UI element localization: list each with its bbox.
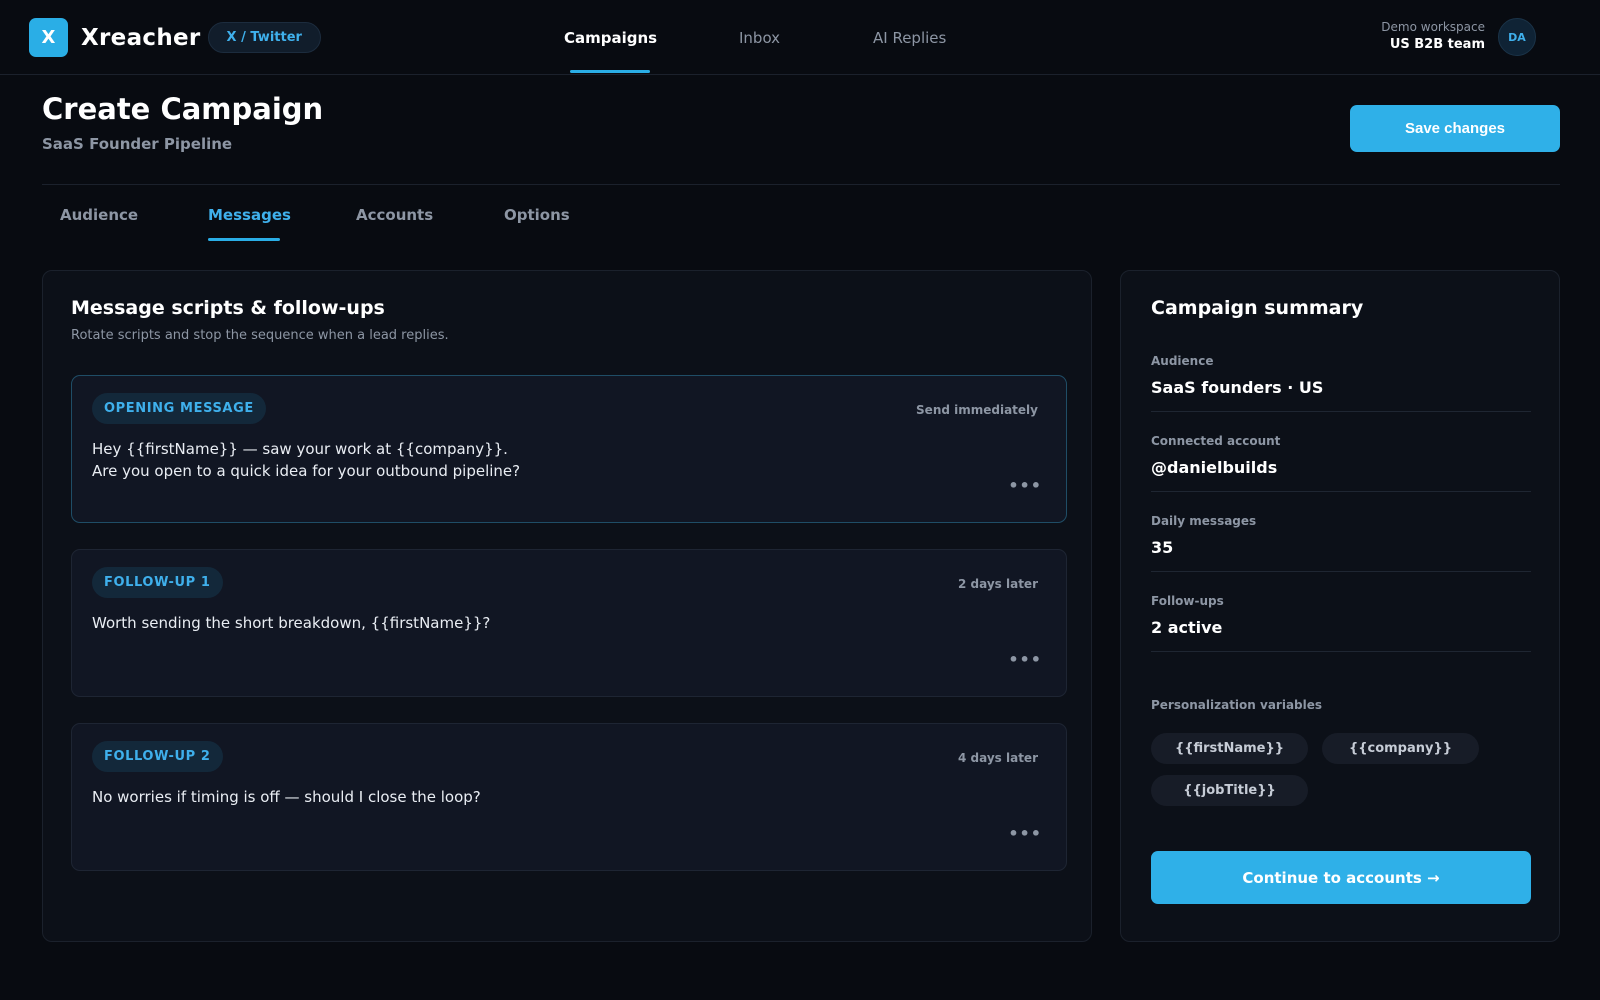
message-step-badge: FOLLOW-UP 1 — [92, 567, 223, 598]
message-line: No worries if timing is off — should I c… — [92, 788, 481, 806]
summary-row-daily-messages: Daily messages 35 — [1151, 514, 1531, 572]
brand[interactable]: X Xreacher X / Twitter — [29, 18, 321, 57]
more-options-icon[interactable]: ••• — [1008, 824, 1042, 843]
message-card-opening[interactable]: OPENING MESSAGE Send immediately Hey {{f… — [71, 375, 1067, 523]
summary-title: Campaign summary — [1151, 297, 1364, 319]
messages-panel-description: Rotate scripts and stop the sequence whe… — [71, 328, 449, 343]
nav-tab-ai-replies[interactable]: AI Replies — [873, 0, 946, 75]
page-title: Create Campaign — [42, 92, 324, 126]
continue-to-accounts-button[interactable]: Continue to accounts → — [1151, 851, 1531, 904]
app-name: Xreacher — [81, 24, 201, 51]
message-timing: 4 days later — [958, 751, 1038, 765]
platform-badge[interactable]: X / Twitter — [207, 22, 321, 53]
tab-options[interactable]: Options — [504, 206, 570, 224]
more-options-icon[interactable]: ••• — [1008, 650, 1042, 669]
summary-label: Daily messages — [1151, 514, 1257, 528]
more-options-icon[interactable]: ••• — [1008, 476, 1042, 495]
tab-audience[interactable]: Audience — [60, 206, 138, 224]
workspace-switcher[interactable]: Demo workspace US B2B team — [1381, 20, 1485, 52]
campaign-summary-panel: Campaign summary Audience SaaS founders … — [1120, 270, 1560, 942]
message-body[interactable]: Worth sending the short breakdown, {{fir… — [92, 612, 490, 634]
workspace-name: US B2B team — [1389, 37, 1485, 52]
tab-accounts[interactable]: Accounts — [356, 206, 433, 224]
variable-chip-firstname[interactable]: {{firstName}} — [1151, 733, 1308, 764]
summary-value: 2 active — [1151, 618, 1223, 637]
summary-label: Audience — [1151, 354, 1214, 368]
message-card-follow-up-1[interactable]: FOLLOW-UP 1 2 days later Worth sending t… — [71, 549, 1067, 697]
header-divider — [42, 184, 1560, 185]
app-logo: X — [29, 18, 68, 57]
tab-active-indicator — [208, 238, 280, 241]
nav-tab-campaigns[interactable]: Campaigns — [564, 0, 657, 75]
campaign-name: SaaS Founder Pipeline — [42, 135, 233, 153]
message-card-follow-up-2[interactable]: FOLLOW-UP 2 4 days later No worries if t… — [71, 723, 1067, 871]
variable-chip-company[interactable]: {{company}} — [1322, 733, 1479, 764]
message-timing: Send immediately — [916, 403, 1038, 417]
summary-row-connected-account: Connected account @danielbuilds — [1151, 434, 1531, 492]
message-step-badge: FOLLOW-UP 2 — [92, 741, 223, 772]
save-changes-button[interactable]: Save changes — [1350, 105, 1560, 152]
messages-panel: Message scripts & follow-ups Rotate scri… — [42, 270, 1092, 942]
messages-panel-title: Message scripts & follow-ups — [71, 297, 385, 319]
message-step-badge: OPENING MESSAGE — [92, 393, 266, 424]
variable-chip-jobtitle[interactable]: {{jobTitle}} — [1151, 775, 1308, 806]
top-bar: X Xreacher X / Twitter Campaigns Inbox A… — [0, 0, 1600, 75]
summary-row-audience: Audience SaaS founders · US — [1151, 354, 1531, 412]
message-line: Worth sending the short breakdown, {{fir… — [92, 614, 491, 632]
summary-value: @danielbuilds — [1151, 458, 1278, 477]
message-timing: 2 days later — [958, 577, 1038, 591]
message-line: Hey {{firstName}} — saw your work at {{c… — [92, 440, 508, 458]
nav-tab-inbox[interactable]: Inbox — [739, 0, 780, 75]
summary-label: Follow-ups — [1151, 594, 1224, 608]
summary-value: 35 — [1151, 538, 1174, 557]
nav-active-indicator — [570, 70, 650, 73]
personalization-variables-label: Personalization variables — [1151, 698, 1323, 712]
message-line: Are you open to a quick idea for your ou… — [92, 462, 521, 480]
tab-messages[interactable]: Messages — [208, 206, 291, 224]
summary-value: SaaS founders · US — [1151, 378, 1324, 397]
workspace-label: Demo workspace — [1381, 20, 1485, 34]
message-body[interactable]: Hey {{firstName}} — saw your work at {{c… — [92, 438, 520, 482]
message-body[interactable]: No worries if timing is off — should I c… — [92, 786, 481, 808]
user-avatar[interactable]: DA — [1498, 18, 1536, 56]
summary-row-follow-ups: Follow-ups 2 active — [1151, 594, 1531, 652]
summary-label: Connected account — [1151, 434, 1281, 448]
